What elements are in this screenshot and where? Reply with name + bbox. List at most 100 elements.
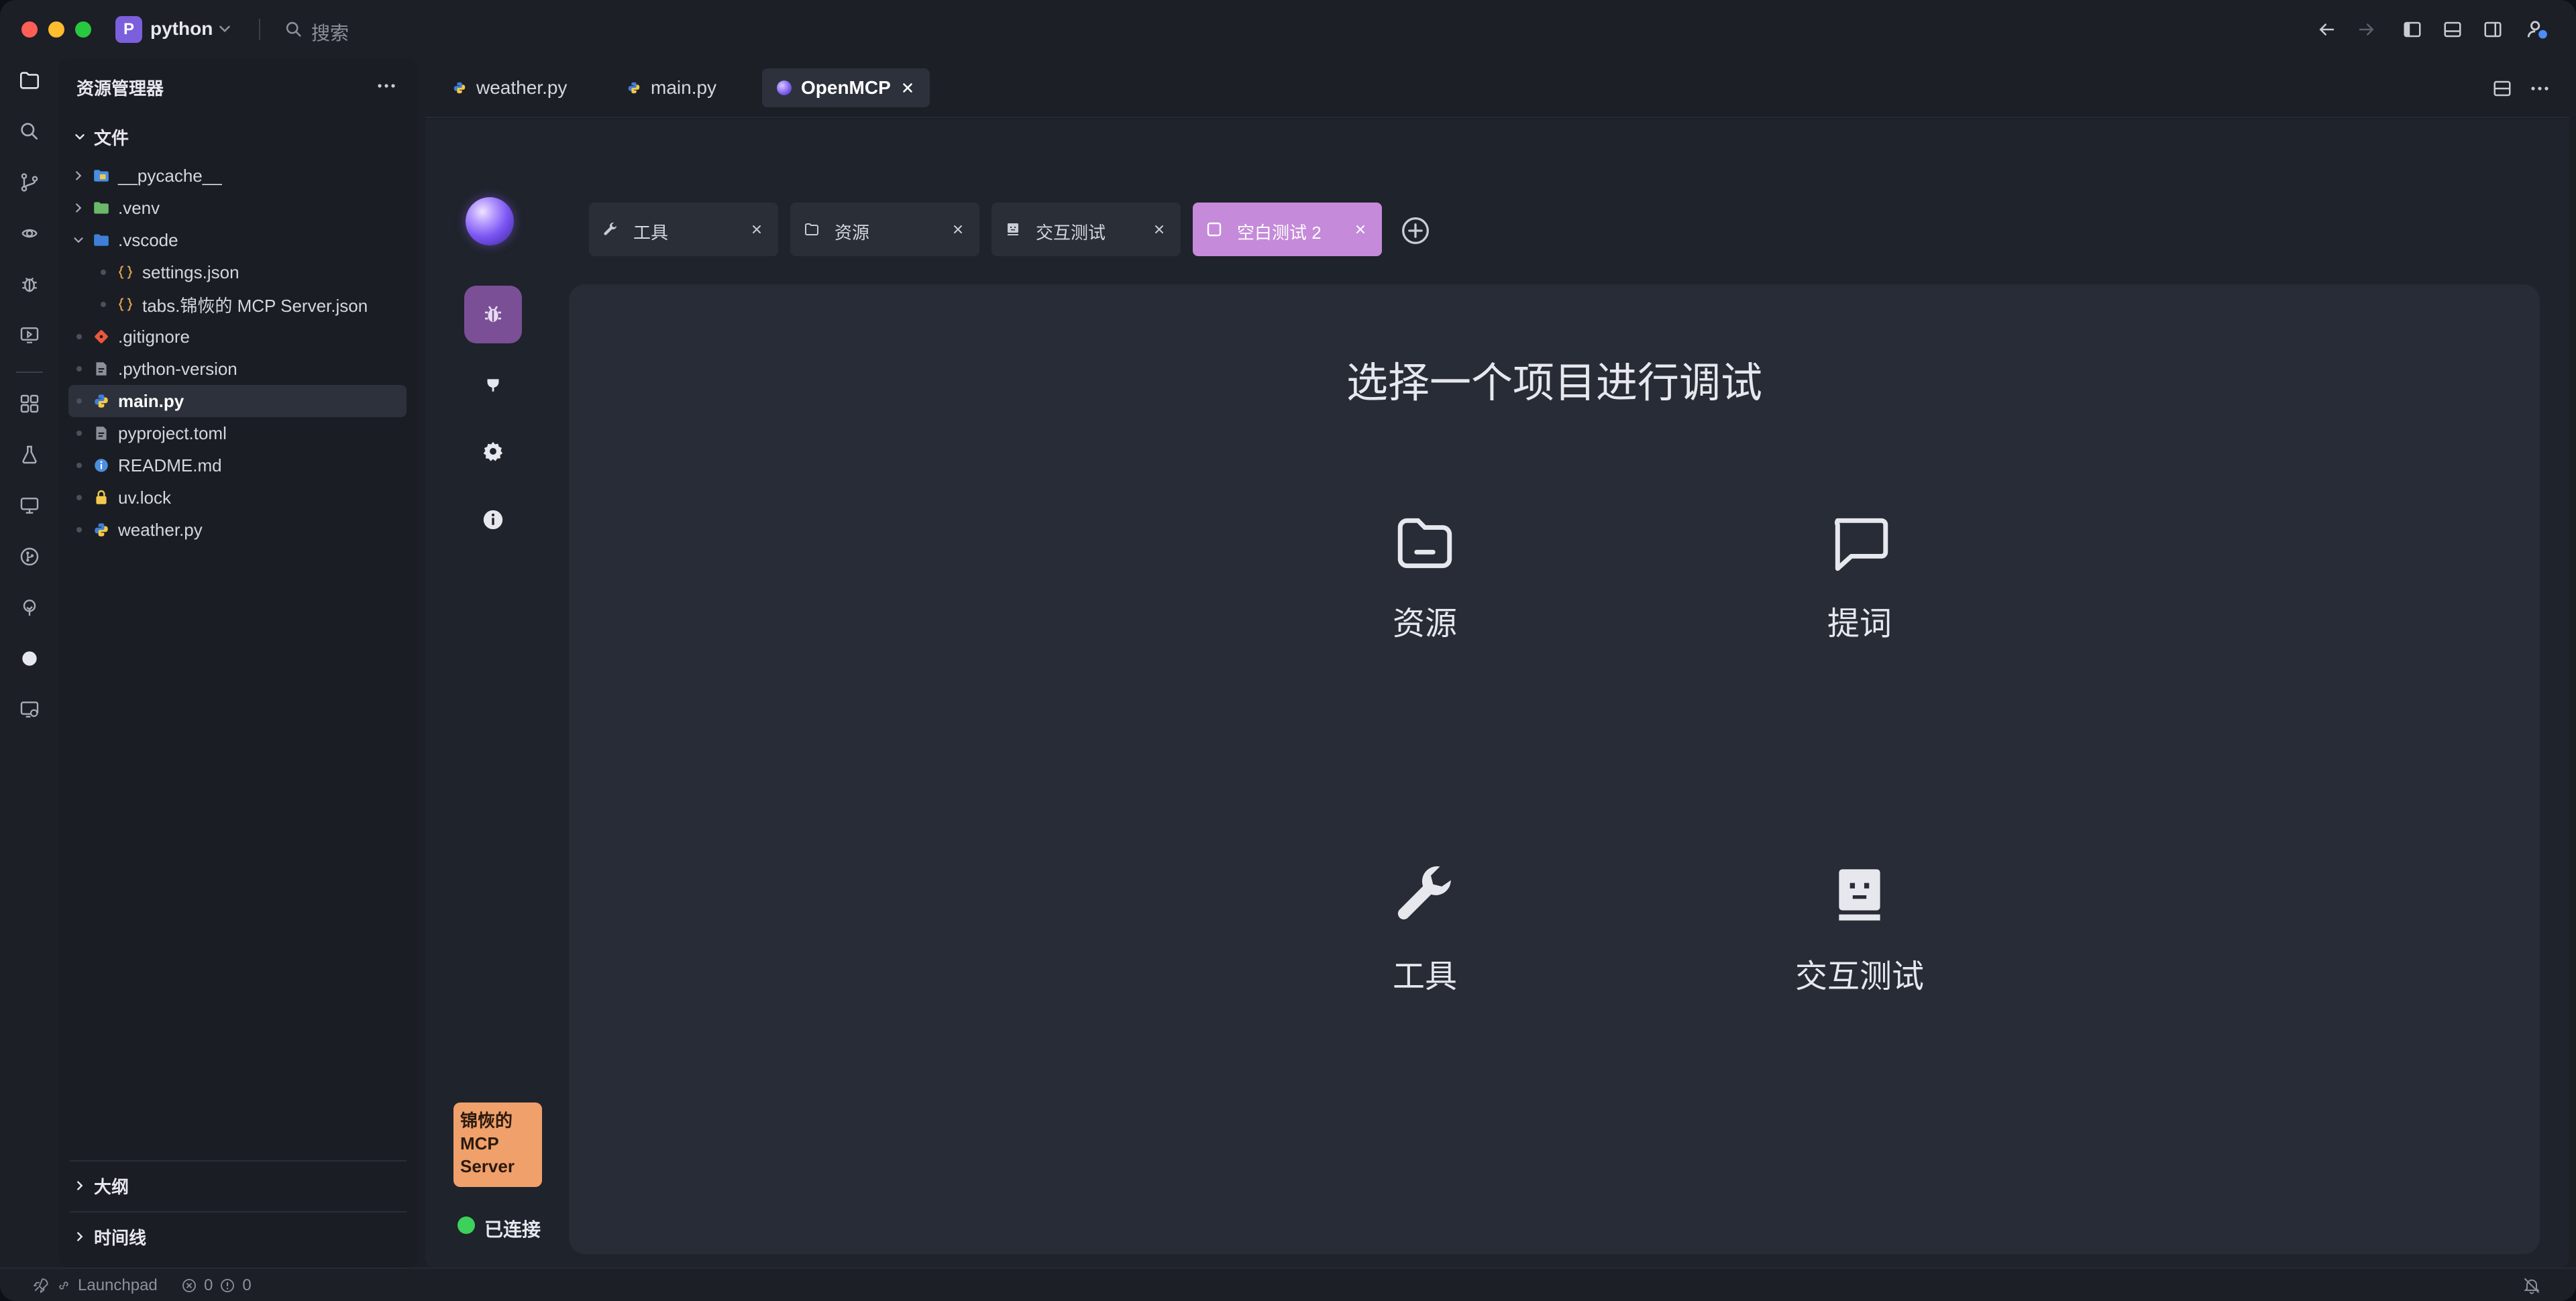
connection-status: 已连接 [484, 1219, 541, 1240]
tree-item-venv[interactable]: .venv [68, 192, 407, 224]
lock-icon [96, 490, 107, 504]
activity-bar [0, 59, 59, 1267]
close-window-button[interactable] [21, 21, 38, 38]
inner-tab-label: 空白测试 2 [1237, 223, 1322, 243]
git-graph-icon[interactable] [13, 541, 46, 573]
error-count: 0 [204, 1276, 213, 1294]
inner-tab-blank-test-2[interactable]: 空白测试 2 [1193, 203, 1382, 256]
openmcp-circle-icon[interactable] [13, 642, 46, 675]
search-icon[interactable] [13, 115, 46, 148]
toggle-secondary-sidebar-icon[interactable] [2479, 16, 2506, 43]
timeline-section-header[interactable]: 时间线 [72, 1223, 146, 1250]
tab-label: main.py [651, 77, 717, 98]
choice-interactive-test[interactable]: 交互测试 [1746, 858, 1974, 1033]
debug-icon[interactable] [13, 268, 46, 300]
close-icon[interactable] [1354, 223, 1367, 236]
project-badge[interactable]: P [115, 16, 142, 43]
tree-item-readme-md[interactable]: README.md [68, 449, 407, 482]
split-editor-icon[interactable] [2489, 75, 2516, 102]
close-icon[interactable] [750, 223, 763, 236]
inner-tab-interactive-test[interactable]: 交互测试 [991, 203, 1181, 256]
chevron-down-icon[interactable] [216, 20, 233, 38]
back-arrow-icon[interactable] [2313, 16, 2340, 43]
tree-item-pycache[interactable]: __pycache__ [68, 160, 407, 192]
inner-tab-tools[interactable]: 工具 [589, 203, 778, 256]
debug-nav-button[interactable] [464, 286, 522, 343]
indent-guide-dot [76, 334, 82, 339]
tree-item-settings-json[interactable]: settings.json [68, 256, 407, 288]
outline-section-header[interactable]: 大纲 [72, 1172, 129, 1199]
warning-icon [221, 1279, 235, 1292]
inner-tab-label: 资源 [835, 223, 870, 243]
server-name-badge[interactable]: 锦恢的 MCP Server [453, 1102, 542, 1187]
connection-nav-button[interactable] [464, 354, 522, 412]
toggle-panel-icon[interactable] [2439, 16, 2466, 43]
folder-icon [805, 223, 818, 235]
choice-resources[interactable]: 资源 [1311, 506, 1539, 680]
remote-explorer-icon[interactable] [13, 217, 46, 249]
close-icon[interactable] [1152, 223, 1166, 236]
remote-desktop-icon[interactable] [13, 490, 46, 522]
forward-arrow-icon[interactable] [2353, 16, 2380, 43]
indent-guide-dot [101, 270, 106, 275]
close-icon[interactable] [951, 223, 965, 236]
close-icon[interactable] [900, 80, 915, 95]
more-actions-icon[interactable] [2526, 75, 2553, 102]
chevron-right-icon [76, 203, 82, 213]
launchpad-button[interactable]: Launchpad [32, 1276, 158, 1296]
chevron-down-icon [75, 134, 85, 140]
project-name[interactable]: python [150, 18, 213, 40]
more-actions-icon[interactable] [372, 72, 401, 99]
tree-item-vscode[interactable]: .vscode [68, 224, 407, 256]
search-icon[interactable] [284, 20, 303, 39]
explorer-icon[interactable] [13, 64, 46, 97]
tree-item-tabs-json[interactable]: tabs.锦恢的 MCP Server.json [68, 288, 407, 321]
choice-tools[interactable]: 工具 [1311, 858, 1539, 1033]
folder-icon [94, 170, 109, 182]
tree-item-main-py[interactable]: main.py [68, 385, 407, 417]
minimize-window-button[interactable] [48, 21, 64, 38]
maximize-window-button[interactable] [75, 21, 91, 38]
choice-label: 资源 [1392, 606, 1457, 642]
tab-weather-py[interactable]: weather.py [437, 68, 582, 107]
account-icon[interactable] [2524, 16, 2551, 43]
tree-item-gitignore[interactable]: .gitignore [68, 321, 407, 353]
monitor-settings-icon[interactable] [13, 693, 46, 726]
info-nav-button[interactable] [464, 491, 522, 549]
tab-openmcp[interactable]: OpenMCP [762, 68, 930, 107]
folder-open-icon [94, 234, 109, 246]
add-tab-icon[interactable] [1401, 216, 1430, 245]
tree-icon[interactable] [13, 591, 46, 624]
files-section-header[interactable]: 文件 [72, 123, 129, 150]
toggle-sidebar-icon[interactable] [2399, 16, 2426, 43]
tree-item-weather-py[interactable]: weather.py [68, 514, 407, 546]
source-control-icon[interactable] [13, 166, 46, 199]
files-section-label: 文件 [94, 127, 129, 148]
tree-item-python-version[interactable]: .python-version [68, 353, 407, 385]
connected-status-dot [458, 1217, 475, 1234]
openmcp-icon [777, 80, 792, 95]
testing-flask-icon[interactable] [13, 439, 46, 471]
indent-guide-dot [76, 495, 82, 500]
problems-indicator[interactable]: 0 0 [181, 1276, 252, 1296]
wrench-icon [1388, 858, 1462, 932]
choice-prompts[interactable]: 提词 [1746, 506, 1974, 680]
tree-item-label: tabs.锦恢的 MCP Server.json [142, 295, 368, 316]
text-file-icon [96, 362, 107, 376]
robot-icon [1008, 223, 1018, 235]
tab-main-py[interactable]: main.py [612, 68, 731, 107]
extensions-icon[interactable] [13, 388, 46, 420]
activity-divider [16, 372, 43, 373]
run-debug-icon[interactable] [13, 319, 46, 351]
inner-tab-resources[interactable]: 资源 [790, 203, 979, 256]
search-input[interactable]: 搜索 [311, 19, 349, 46]
app-window: P python 搜索 资源管理器 文件 __pycache__ .venv .… [0, 0, 2576, 1301]
tree-item-pyproject-toml[interactable]: pyproject.toml [68, 417, 407, 449]
notifications-muted-icon[interactable] [2522, 1276, 2541, 1296]
link-icon [59, 1282, 68, 1290]
tree-item-label: weather.py [118, 519, 203, 540]
indent-guide-dot [76, 398, 82, 404]
tree-item-label: .python-version [118, 358, 237, 379]
tree-item-uv-lock[interactable]: uv.lock [68, 482, 407, 514]
settings-nav-button[interactable] [464, 422, 522, 480]
